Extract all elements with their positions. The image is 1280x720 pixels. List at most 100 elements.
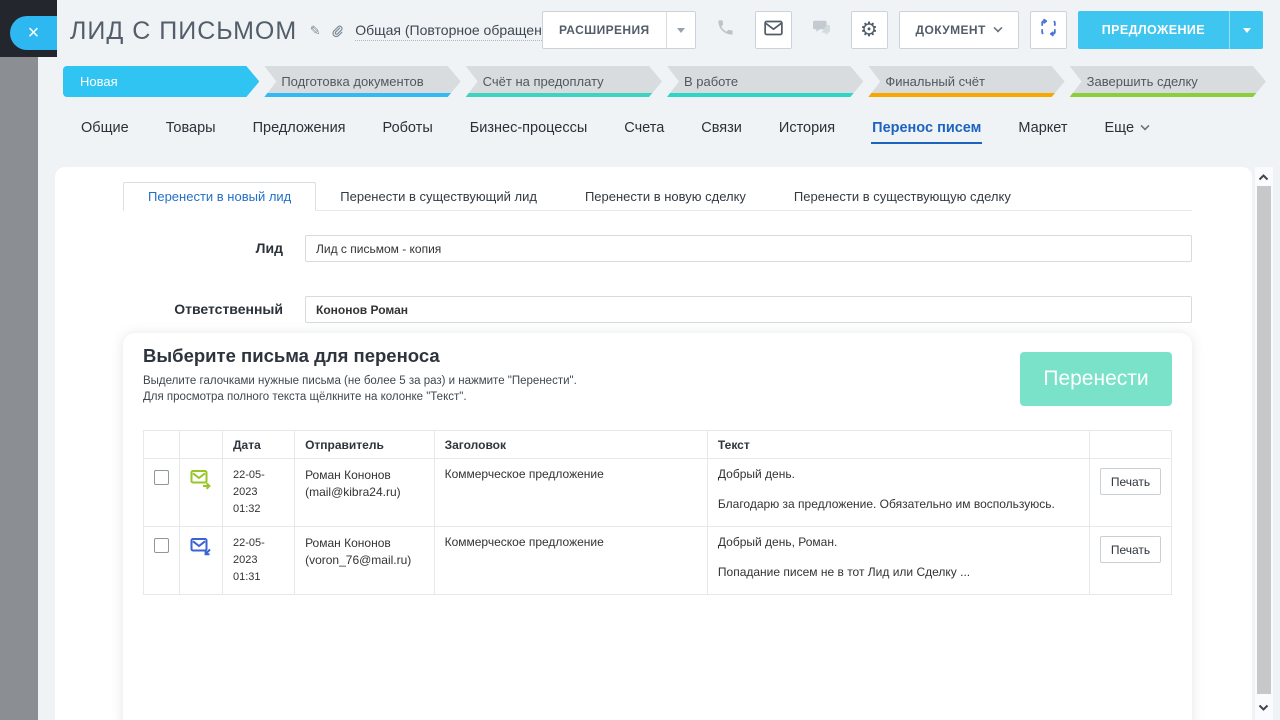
print-button[interactable]: Печать — [1100, 536, 1161, 563]
stage-final-invoice[interactable]: Финальный счёт — [868, 66, 1064, 97]
tab-bizproc[interactable]: Бизнес-процессы — [469, 116, 589, 144]
content-panel: Перенести в новый лид Перенести в сущест… — [55, 167, 1252, 720]
extensions-dropdown[interactable] — [666, 12, 695, 48]
stage-label: Счёт на предоплату — [483, 74, 604, 89]
stage-label: Финальный счёт — [885, 74, 985, 89]
crm-lead-slider: × Лид с письмом ✎ Общая (Повторное обращ… — [0, 0, 1280, 720]
mail-text-cell[interactable]: Добрый день, Роман. Попадание писем не в… — [707, 527, 1089, 595]
stage-color-bar — [466, 93, 662, 97]
stage-new[interactable]: Новая — [63, 66, 259, 97]
checkbox-column-header — [144, 431, 180, 459]
stage-in-progress[interactable]: В работе — [667, 66, 863, 97]
mail-select-title: Выберите письма для переноса — [143, 345, 440, 367]
slider-overlay-rail — [0, 57, 38, 720]
stage-docs[interactable]: Подготовка документов — [264, 66, 460, 97]
responsible-form-row: Ответственный — [55, 296, 1192, 323]
scroll-down-arrow[interactable] — [1258, 702, 1269, 713]
attach-link-icon[interactable] — [329, 23, 345, 39]
sender-column-header: Отправитель — [295, 431, 435, 459]
topbar: Лид с письмом ✎ Общая (Повторное обращен… — [70, 0, 577, 62]
chat-button[interactable] — [803, 11, 840, 49]
page-title: Лид с письмом — [70, 17, 297, 46]
transfer-button[interactable]: Перенести — [1020, 352, 1172, 406]
tab-links[interactable]: Связи — [700, 116, 743, 144]
lead-name-input[interactable] — [305, 235, 1192, 262]
document-button-label: ДОКУМЕНТ — [916, 23, 986, 37]
actions-column-header — [1089, 431, 1171, 459]
scrollbar-thumb[interactable] — [1257, 186, 1271, 694]
automation-icon — [1039, 18, 1058, 42]
tab-products[interactable]: Товары — [165, 116, 217, 144]
mail-text-line: Добрый день, Роман. — [718, 535, 1079, 550]
subtab-new-lead[interactable]: Перенести в новый лид — [123, 182, 316, 211]
print-button[interactable]: Печать — [1100, 468, 1161, 495]
scroll-up-arrow[interactable] — [1258, 172, 1269, 183]
edit-title-icon[interactable]: ✎ — [307, 23, 323, 39]
top-actions: РАСШИРЕНИЯ — [542, 11, 1263, 49]
mail-table: Дата Отправитель Заголовок Текст — [143, 430, 1172, 595]
stage-label: Новая — [80, 74, 118, 89]
proposal-dropdown[interactable] — [1229, 11, 1263, 49]
tab-history[interactable]: История — [778, 116, 836, 144]
mail-text-cell[interactable]: Добрый день. Благодарю за предложение. О… — [707, 459, 1089, 527]
extensions-button[interactable]: РАСШИРЕНИЯ — [542, 11, 696, 49]
settings-button[interactable]: ⚙ — [851, 11, 888, 49]
tab-invoices[interactable]: Счета — [623, 116, 665, 144]
chat-icon — [812, 19, 831, 41]
stage-label: Завершить сделку — [1087, 74, 1198, 89]
mail-subject: Коммерческое предложение — [434, 459, 707, 527]
mail-sender: Роман Кононов (voron_76@mail.ru) — [295, 527, 435, 595]
mail-select-hint-2: Для просмотра полного текста щёлкните на… — [143, 391, 467, 403]
lead-form-row: Лид — [55, 235, 1192, 262]
vertical-scrollbar — [1255, 167, 1273, 720]
date-column-header: Дата — [223, 431, 295, 459]
mail-row-1: 22-05-2023 01:32 Роман Кононов (mail@kib… — [144, 459, 1172, 527]
stage-color-bar — [1070, 93, 1266, 97]
text-column-header: Текст — [707, 431, 1089, 459]
tab-mail-transfer[interactable]: Перенос писем — [871, 116, 982, 144]
subject-column-header: Заголовок — [434, 431, 707, 459]
mail-date: 22-05-2023 01:32 — [223, 459, 295, 527]
mail-date: 22-05-2023 01:31 — [223, 527, 295, 595]
caret-down-icon — [677, 28, 685, 33]
subtab-new-deal[interactable]: Перенести в новую сделку — [561, 182, 770, 210]
caret-down-icon — [1243, 28, 1251, 33]
tab-more-label: Еще — [1105, 120, 1135, 136]
stage-color-bar — [868, 93, 1064, 97]
email-button[interactable] — [755, 11, 792, 49]
stage-color-bar — [264, 93, 460, 97]
document-button[interactable]: ДОКУМЕНТ — [899, 11, 1019, 49]
tab-proposals[interactable]: Предложения — [252, 116, 347, 144]
mail-subject: Коммерческое предложение — [434, 527, 707, 595]
mail-table-header-row: Дата Отправитель Заголовок Текст — [144, 431, 1172, 459]
mail-text-line: Добрый день. — [718, 467, 1079, 482]
stage-close-deal[interactable]: Завершить сделку — [1070, 66, 1266, 97]
mail-select-card: Выберите письма для переноса Выделите га… — [123, 333, 1192, 720]
subtab-existing-lead[interactable]: Перенести в существующий лид — [316, 182, 561, 210]
incoming-mail-icon — [190, 537, 212, 561]
stage-prepayment[interactable]: Счёт на предоплату — [466, 66, 662, 97]
mail-icon — [764, 20, 783, 41]
responsible-input[interactable] — [305, 296, 1192, 323]
row-checkbox[interactable] — [154, 470, 169, 485]
tab-robots[interactable]: Роботы — [382, 116, 434, 144]
close-slider-button[interactable]: × — [10, 16, 57, 50]
proposal-button-label: ПРЕДЛОЖЕНИЕ — [1078, 11, 1229, 49]
row-checkbox[interactable] — [154, 538, 169, 553]
subtab-existing-deal[interactable]: Перенести в существующую сделку — [770, 182, 1035, 210]
transfer-subtabs: Перенести в новый лид Перенести в сущест… — [123, 182, 1192, 211]
tab-more[interactable]: Еще — [1104, 116, 1151, 144]
mail-text-line: Попадание писем не в тот Лид или Сделку … — [718, 565, 1079, 580]
call-button[interactable] — [707, 11, 744, 49]
stage-bar: Новая Подготовка документов Счёт на пред… — [63, 66, 1266, 97]
tab-general[interactable]: Общие — [80, 116, 130, 144]
direction-column-header — [180, 431, 223, 459]
tab-market[interactable]: Маркет — [1017, 116, 1068, 144]
proposal-button[interactable]: ПРЕДЛОЖЕНИЕ — [1078, 11, 1263, 49]
chevron-down-icon — [1141, 121, 1150, 130]
lead-field-label: Лид — [55, 235, 283, 262]
extensions-button-label: РАСШИРЕНИЯ — [543, 12, 666, 48]
chevron-down-icon — [993, 23, 1002, 32]
automation-button[interactable] — [1030, 11, 1067, 49]
stage-label: В работе — [684, 74, 738, 89]
